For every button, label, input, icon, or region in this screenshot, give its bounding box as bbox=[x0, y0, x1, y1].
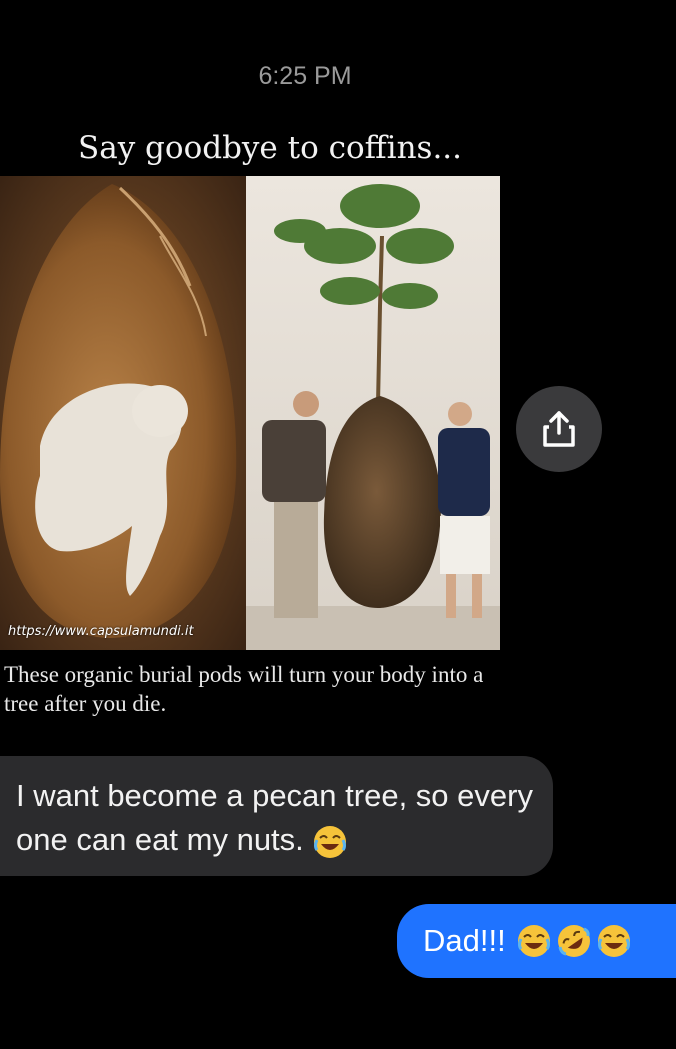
share-icon bbox=[543, 411, 575, 447]
message-text: Dad!!! bbox=[423, 923, 506, 958]
face-with-tears-of-joy-icon bbox=[312, 824, 348, 860]
shared-post-image[interactable] bbox=[0, 176, 500, 650]
message-text: I want become a pecan tree, so every one… bbox=[16, 778, 533, 857]
incoming-message-bubble[interactable]: I want become a pecan tree, so every one… bbox=[0, 756, 553, 876]
face-with-tears-of-joy-icon bbox=[596, 923, 632, 959]
burial-pod-photo bbox=[0, 176, 500, 650]
shared-post-title: Say goodbye to coffins... bbox=[77, 130, 463, 166]
share-button[interactable] bbox=[516, 386, 602, 472]
rolling-on-the-floor-laughing-icon bbox=[556, 923, 592, 959]
outgoing-message-bubble[interactable]: Dad!!! bbox=[397, 904, 676, 978]
face-with-tears-of-joy-icon bbox=[516, 923, 552, 959]
message-timestamp: 6:25 PM bbox=[258, 62, 352, 90]
image-watermark: https://www.capsulamundi.it bbox=[8, 624, 194, 639]
shared-post-caption: These organic burial pods will turn your… bbox=[4, 662, 484, 716]
